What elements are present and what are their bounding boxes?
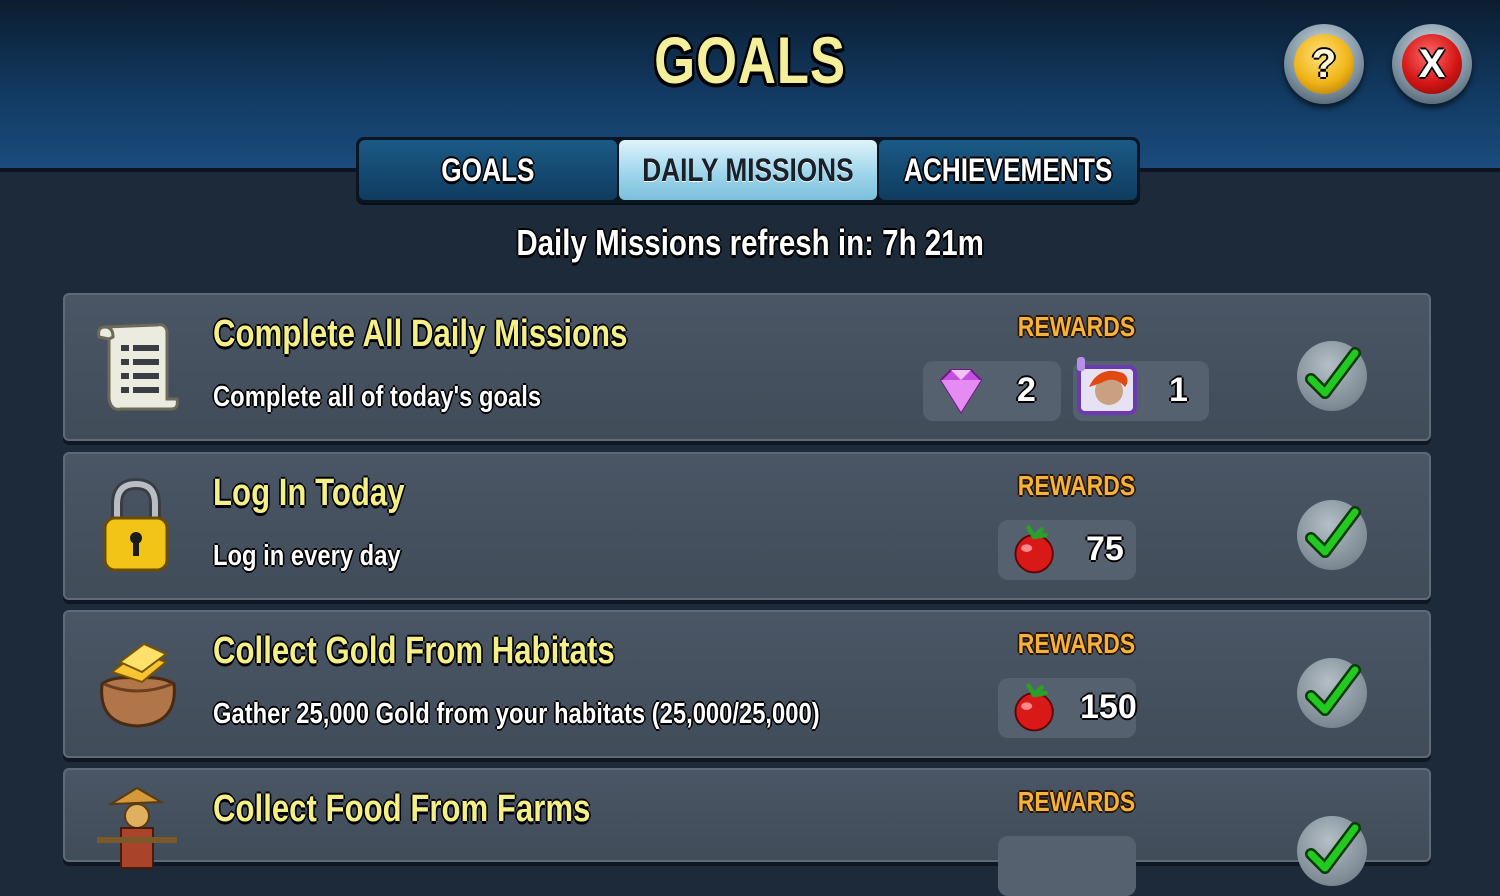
close-button[interactable]: X — [1392, 24, 1472, 104]
reward-food: 75 — [998, 520, 1136, 580]
refresh-timer: Daily Missions refresh in: 7h 21m — [0, 222, 1500, 264]
tab-bar: GOALS DAILY MISSIONS ACHIEVEMENTS — [356, 137, 1140, 203]
tab-daily-missions[interactable]: DAILY MISSIONS — [619, 140, 877, 200]
checkmark-icon — [1305, 664, 1361, 716]
rewards-label: REWARDS — [1017, 628, 1136, 659]
mission-title: Collect Food From Farms — [213, 788, 591, 830]
help-button[interactable]: ? — [1284, 24, 1364, 104]
question-mark-icon: ? — [1294, 34, 1354, 94]
refresh-timer-text: Daily Missions refresh in: 7h 21m — [516, 222, 984, 263]
reward-amount: 75 — [1086, 530, 1124, 568]
reward-pill — [998, 836, 1136, 896]
reward-gem: 2 — [923, 361, 1061, 421]
tab-daily-missions-label: DAILY MISSIONS — [642, 151, 854, 188]
completed-check-button[interactable] — [1297, 658, 1367, 728]
mission-title: Log In Today — [213, 472, 405, 514]
reward-amount: 1 — [1169, 371, 1188, 409]
rewards-label: REWARDS — [1017, 311, 1136, 342]
mission-description: Log in every day — [213, 540, 401, 572]
close-icon: X — [1402, 34, 1462, 94]
rewards-label: REWARDS — [1017, 470, 1136, 501]
mission-card-collect-gold[interactable]: Collect Gold From Habitats Gather 25,000… — [63, 610, 1431, 758]
tab-achievements[interactable]: ACHIEVEMENTS — [879, 140, 1137, 200]
completed-check-button[interactable] — [1297, 341, 1367, 411]
mission-description: Complete all of today's goals — [213, 381, 542, 413]
checkmark-icon — [1305, 506, 1361, 558]
scarecrow-icon — [97, 786, 177, 869]
mission-description: Gather 25,000 Gold from your habitats (2… — [213, 698, 820, 730]
reward-amount: 2 — [1017, 371, 1036, 409]
page-title: GOALS — [654, 23, 846, 97]
checkmark-icon — [1305, 822, 1361, 874]
food-tomato-icon — [1014, 683, 1054, 732]
reward-amount: 150 — [1080, 688, 1137, 726]
gold-sack-icon — [100, 642, 176, 728]
mission-title: Complete All Daily Missions — [213, 313, 628, 355]
rewards-label: REWARDS — [1017, 786, 1136, 817]
padlock-icon — [103, 477, 169, 572]
food-tomato-icon — [1014, 525, 1054, 574]
tab-achievements-label: ACHIEVEMENTS — [903, 151, 1113, 188]
tab-goals-label: GOALS — [441, 151, 535, 188]
completed-check-button[interactable] — [1297, 500, 1367, 570]
checkmark-icon — [1305, 347, 1361, 399]
reward-food: 150 — [998, 678, 1137, 738]
monster-portrait-icon — [1077, 357, 1137, 415]
mission-card-complete-all[interactable]: Complete All Daily Missions Complete all… — [63, 293, 1431, 441]
gem-icon — [939, 369, 983, 414]
mission-card-collect-food[interactable]: Collect Food From Farms REWARDS — [63, 768, 1431, 896]
mission-card-log-in[interactable]: Log In Today Log in every day REWARDS 75 — [63, 452, 1431, 600]
scroll-icon — [97, 323, 179, 411]
reward-monster: 1 — [1073, 357, 1209, 421]
mission-title: Collect Gold From Habitats — [213, 630, 615, 672]
tab-goals[interactable]: GOALS — [359, 140, 617, 200]
check-button[interactable] — [1297, 816, 1367, 886]
